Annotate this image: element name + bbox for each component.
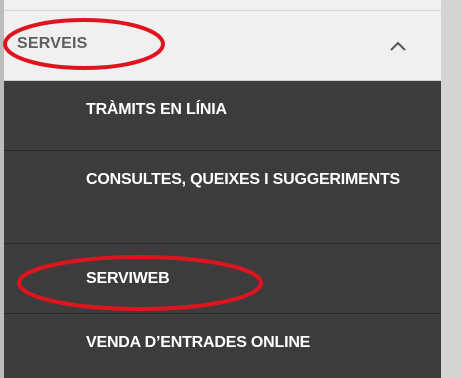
screenshot-stage: SERVEIS TRÀMITS EN LÍNIA CONSULTES, QUEI… xyxy=(0,0,461,378)
menu-top-strip xyxy=(0,0,441,11)
chevron-up-icon[interactable] xyxy=(388,39,408,53)
submenu-item-label: TRÀMITS EN LÍNIA xyxy=(86,101,227,118)
side-menu: SERVEIS TRÀMITS EN LÍNIA CONSULTES, QUEI… xyxy=(0,0,441,378)
submenu-item-label: SERVIWEB xyxy=(86,270,170,287)
menu-section-label: SERVEIS xyxy=(17,35,88,52)
submenu-item-serviweb[interactable]: SERVIWEB xyxy=(4,243,441,313)
submenu-item-consultes[interactable]: CONSULTES, QUEIXES I SUGGERIMENTS xyxy=(4,150,441,243)
submenu-item-venda-entrades[interactable]: VENDA D’ENTRADES ONLINE xyxy=(4,313,441,378)
submenu-item-tramits[interactable]: TRÀMITS EN LÍNIA xyxy=(4,81,441,150)
submenu-item-label: CONSULTES, QUEIXES I SUGGERIMENTS xyxy=(86,171,401,188)
submenu: TRÀMITS EN LÍNIA CONSULTES, QUEIXES I SU… xyxy=(4,81,441,378)
menu-section-serveis[interactable]: SERVEIS xyxy=(4,11,441,81)
submenu-item-label: VENDA D’ENTRADES ONLINE xyxy=(86,334,311,351)
page-scrollbar[interactable] xyxy=(441,0,461,378)
